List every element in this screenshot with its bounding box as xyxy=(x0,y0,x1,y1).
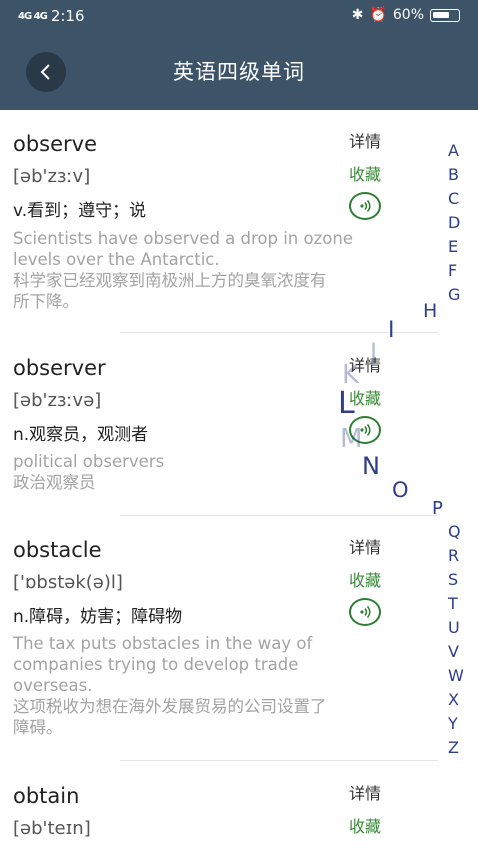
details-button[interactable]: 详情 xyxy=(349,128,381,152)
meaning: v.看到；遵守；说 xyxy=(13,201,147,221)
bluetooth-icon: ✱ xyxy=(351,7,364,23)
example-en: The tax puts obstacles in the way of com… xyxy=(13,634,327,737)
example-en: Scientists have observed a drop in ozone… xyxy=(13,229,353,311)
alphabet-letter-s[interactable]: S xyxy=(448,570,458,589)
alphabet-letter-t[interactable]: T xyxy=(448,594,458,613)
signal-icon: 4G 4G xyxy=(18,10,48,22)
alphabet-letter-a[interactable]: A xyxy=(448,141,459,160)
word: obstacle xyxy=(13,538,102,562)
word: obtain xyxy=(13,784,80,808)
status-time: 2:16 xyxy=(50,7,85,25)
status-bar: 4G 4G 2:16 ✱ ⏰ 60% xyxy=(0,0,478,34)
header: 英语四级单词 xyxy=(0,34,478,110)
phonetic: [əb'zɜːvə] xyxy=(13,390,102,411)
divider xyxy=(120,515,438,516)
page-title: 英语四级单词 xyxy=(173,60,305,84)
status-left: 4G 4G 2:16 xyxy=(18,7,85,25)
meaning: n.障碍，妨害；障碍物 xyxy=(13,607,183,627)
alphabet-letter-o[interactable]: O xyxy=(392,478,409,502)
favorite-button[interactable]: 收藏 xyxy=(349,567,381,591)
phonetic: ['ɒbstək(ə)l] xyxy=(13,572,123,593)
alphabet-letter-b[interactable]: B xyxy=(448,165,459,184)
battery-icon xyxy=(430,8,460,22)
alphabet-letter-y[interactable]: Y xyxy=(448,714,458,733)
alarm-icon: ⏰ xyxy=(369,7,387,23)
alphabet-letter-c[interactable]: C xyxy=(448,189,459,208)
phonetic: [əb'teɪn] xyxy=(13,818,91,839)
divider xyxy=(120,760,438,761)
alphabet-letter-z[interactable]: Z xyxy=(448,738,459,757)
alphabet-letter-h[interactable]: H xyxy=(423,300,437,322)
speaker-icon xyxy=(360,606,371,618)
alphabet-letter-w[interactable]: W xyxy=(448,666,464,685)
alphabet-letter-v[interactable]: V xyxy=(448,642,459,661)
audio-button[interactable] xyxy=(349,192,381,220)
word-list[interactable]: observe [əb'zɜːv] v.看到；遵守；说 Scientists h… xyxy=(0,110,440,850)
alphabet-letter-i[interactable]: I xyxy=(388,318,395,343)
word: observe xyxy=(13,132,98,156)
alphabet-letter-x[interactable]: X xyxy=(448,690,459,709)
word: observer xyxy=(13,356,106,380)
alphabet-letter-n[interactable]: N xyxy=(362,452,380,480)
battery-percent: 60% xyxy=(392,7,424,23)
details-button[interactable]: 详情 xyxy=(349,534,381,558)
alphabet-letter-p[interactable]: P xyxy=(432,498,443,519)
alphabet-letter-m[interactable]: M xyxy=(340,424,362,454)
details-button[interactable]: 详情 xyxy=(349,780,381,804)
alphabet-letter-q[interactable]: Q xyxy=(448,522,461,541)
alphabet-letter-d[interactable]: D xyxy=(448,213,460,232)
alphabet-letter-l[interactable]: L xyxy=(338,386,355,421)
alphabet-letter-r[interactable]: R xyxy=(448,546,459,565)
phonetic: [əb'zɜːv] xyxy=(13,166,91,187)
speaker-icon xyxy=(360,200,371,212)
audio-button[interactable] xyxy=(349,598,381,626)
favorite-button[interactable]: 收藏 xyxy=(349,813,381,837)
status-right: ✱ ⏰ 60% xyxy=(352,7,460,23)
alphabet-letter-g[interactable]: G xyxy=(448,285,460,304)
favorite-button[interactable]: 收藏 xyxy=(349,161,381,185)
alphabet-letter-e[interactable]: E xyxy=(448,237,458,256)
alphabet-letter-f[interactable]: F xyxy=(448,261,457,280)
alphabet-letter-u[interactable]: U xyxy=(448,618,460,637)
meaning: n.观察员，观测者 xyxy=(13,425,149,445)
alphabet-letter-j[interactable]: J xyxy=(370,338,377,366)
